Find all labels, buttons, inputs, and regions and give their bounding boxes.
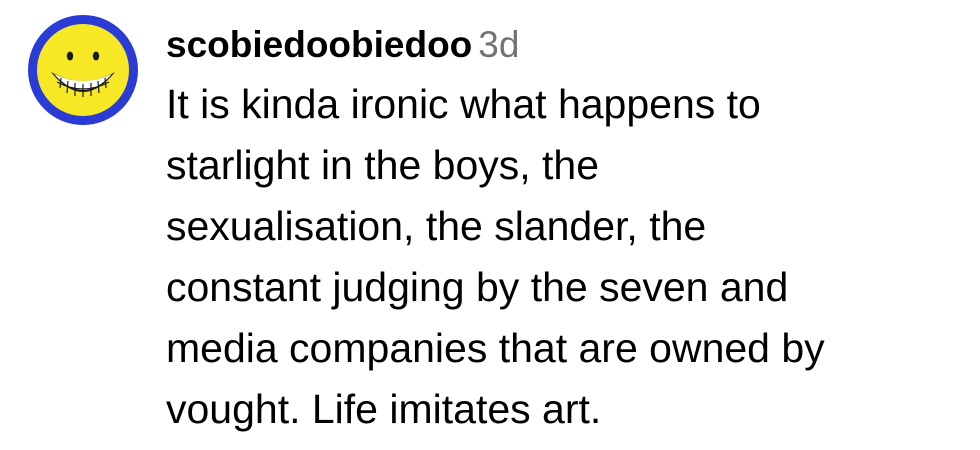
comment-text-line: starlight in the boys, the <box>166 142 600 188</box>
comment-timestamp[interactable]: 3d <box>478 24 519 65</box>
comment-body: scobiedoobiedoo 3d It is kinda ironic wha… <box>166 20 966 440</box>
comment-text-line: media companies that are owned by <box>166 325 825 371</box>
avatar[interactable] <box>27 14 139 126</box>
comment-text: It is kinda ironic what happens to starl… <box>166 74 956 440</box>
comment-text-line: constant judging by the seven and <box>166 264 789 310</box>
comment-header: scobiedoobiedoo 3d <box>166 20 966 70</box>
smiley-face-icon <box>28 15 138 125</box>
comment-item: scobiedoobiedoo 3d It is kinda ironic wha… <box>0 0 980 450</box>
comment-text-line: vought. Life imitates art. <box>166 386 602 432</box>
comment-text-line: It is kinda ironic what happens to <box>166 81 761 127</box>
username-link[interactable]: scobiedoobiedoo <box>166 24 472 65</box>
comment-text-line: sexualisation, the slander, the <box>166 203 707 249</box>
